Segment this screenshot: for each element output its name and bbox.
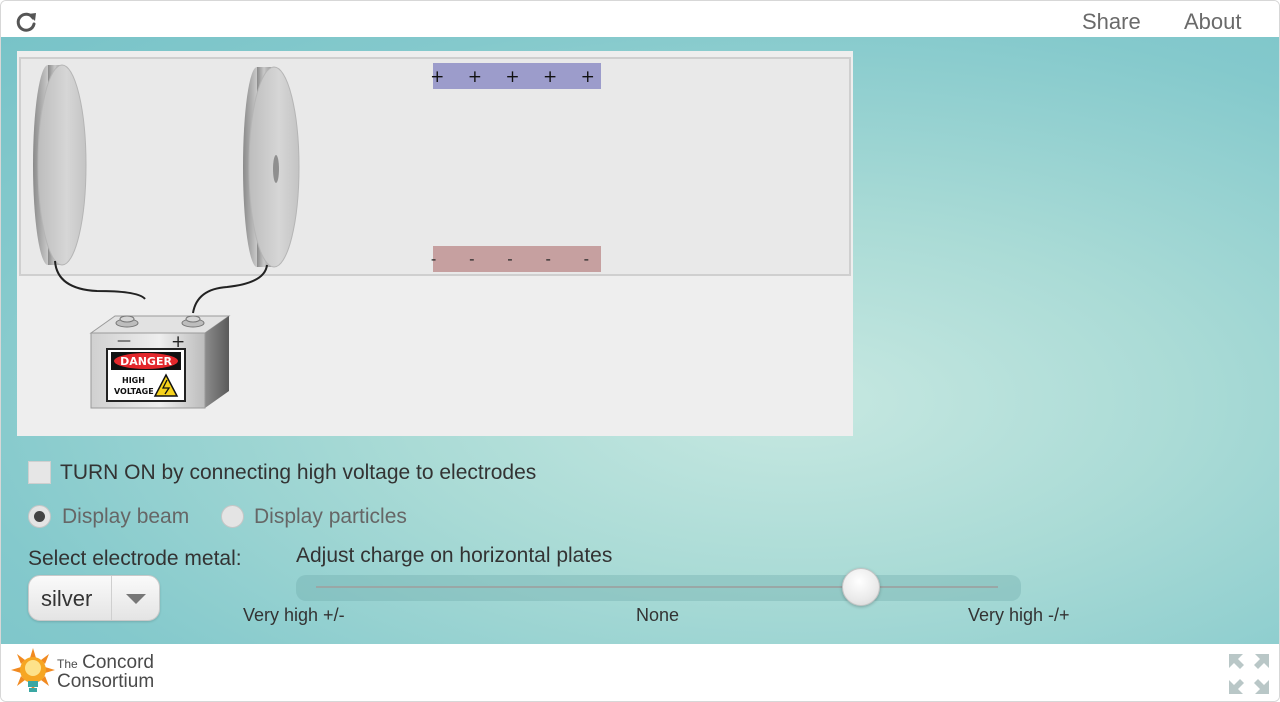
logo-consortium: Consortium <box>57 671 155 692</box>
vacuum-tube <box>19 57 851 276</box>
slider-right-label: Very high -/+ <box>968 605 1070 625</box>
anode-disc <box>243 66 300 268</box>
turn-on-label[interactable]: TURN ON by connecting high voltage to el… <box>60 461 536 485</box>
electrode-metal-select[interactable]: silver <box>28 575 160 621</box>
display-particles-radio[interactable] <box>221 505 244 528</box>
battery-minus-label: — <box>117 333 131 349</box>
plate-charge-slider-handle[interactable] <box>842 568 880 606</box>
footer: The Concord Consortium <box>1 644 1279 701</box>
app-frame: Share About + + + + + - - - - - — + DANG… <box>0 0 1280 702</box>
chevron-down-icon <box>126 594 146 604</box>
concord-consortium-logo-icon[interactable] <box>11 648 55 698</box>
select-divider <box>111 576 112 620</box>
turn-on-checkbox[interactable] <box>28 461 51 484</box>
slider-line <box>316 586 998 588</box>
slider-left-label: Very high +/- <box>243 605 345 625</box>
simulation-canvas: + + + + + - - - - - — + DANGER HIGH VOLT… <box>19 57 851 409</box>
high-voltage-battery: — + DANGER HIGH VOLTAGE <box>89 315 231 409</box>
main-content: + + + + + - - - - - — + DANGER HIGH VOLT… <box>1 37 1279 644</box>
warning-line1: HIGH <box>122 376 145 385</box>
display-particles-label[interactable]: Display particles <box>254 505 407 529</box>
logo-concord: Concord <box>82 652 154 673</box>
positive-plate-signs: + + + + + <box>430 67 604 87</box>
share-link[interactable]: Share <box>1082 9 1141 35</box>
fullscreen-icon[interactable] <box>1227 652 1271 696</box>
slider-middle-label: None <box>636 605 680 625</box>
cathode-ray-simulation: + + + + + - - - - - — + DANGER HIGH VOLT… <box>17 51 853 436</box>
warning-line2: VOLTAGE <box>114 387 154 396</box>
reload-icon[interactable] <box>14 10 38 34</box>
concord-consortium-logo-text[interactable]: The Concord Consortium <box>57 652 155 692</box>
logo-the: The <box>57 657 78 671</box>
danger-label: DANGER <box>120 355 172 368</box>
electrode-metal-value: silver <box>41 586 93 611</box>
electrode-metal-label: Select electrode metal: <box>28 547 242 570</box>
plate-charge-title: Adjust charge on horizontal plates <box>296 544 613 567</box>
display-beam-label[interactable]: Display beam <box>62 505 189 529</box>
radio-selected-dot <box>34 511 45 522</box>
negative-plate-signs: - - - - - <box>431 250 603 268</box>
plate-charge-slider-track[interactable] <box>296 575 1021 601</box>
about-link[interactable]: About <box>1184 9 1242 35</box>
top-bar: Share About <box>1 1 1279 37</box>
display-beam-radio[interactable] <box>28 505 51 528</box>
cathode-disc <box>33 64 87 266</box>
